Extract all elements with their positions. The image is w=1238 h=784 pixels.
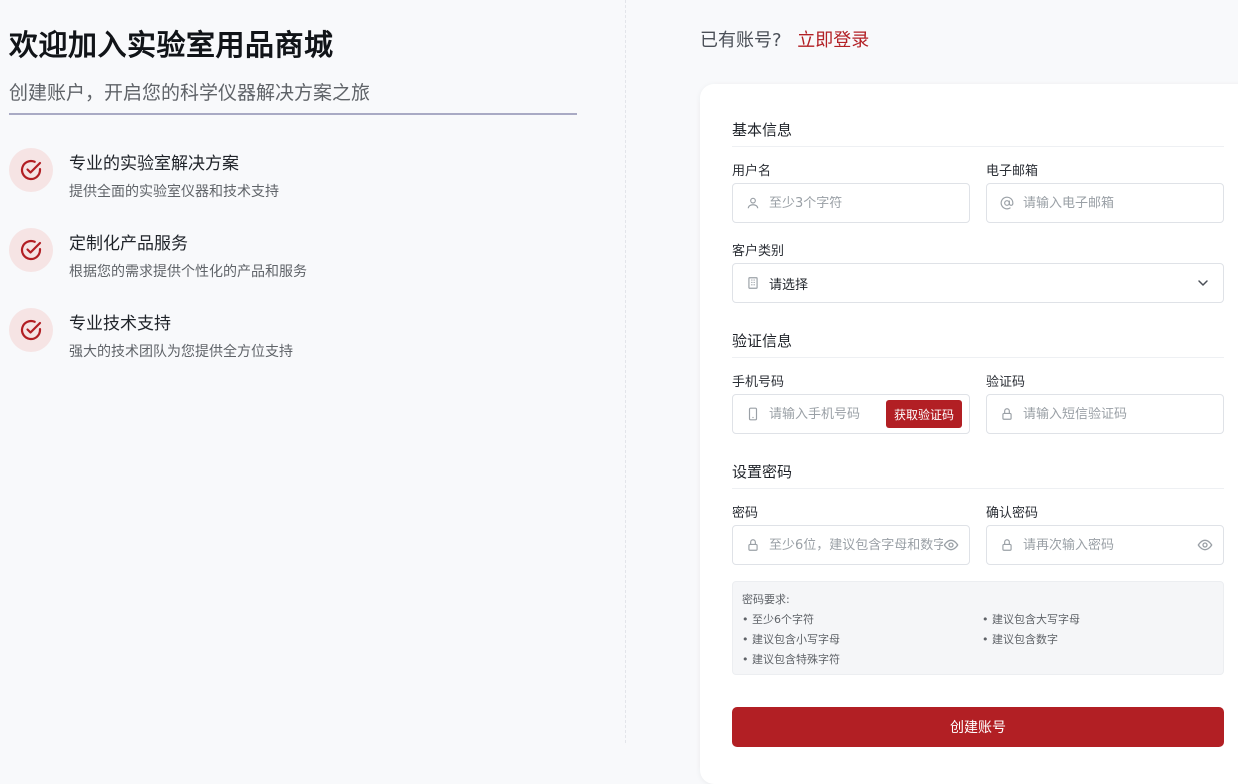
get-code-button[interactable]: 获取验证码 — [885, 400, 962, 428]
divider — [732, 357, 1224, 358]
requirement-item: 建议包含数字 — [982, 631, 1058, 647]
feature-description: 提供全面的实验室仪器和技术支持 — [69, 184, 279, 200]
feature-item: 专业的实验室解决方案 提供全面的实验室仪器和技术支持 — [9, 148, 509, 208]
lock-icon — [745, 537, 761, 553]
phone-field: 获取验证码 — [732, 394, 970, 434]
customer-type-label: 客户类别 — [732, 244, 785, 259]
confirm-password-input[interactable] — [1023, 537, 1197, 553]
login-link[interactable]: 立即登录 — [797, 30, 869, 51]
divider — [732, 488, 1224, 489]
check-circle-icon — [9, 228, 53, 272]
requirement-item: 至少6个字符 — [742, 611, 814, 627]
building-icon — [745, 275, 761, 291]
page-subtitle: 创建账户，开启您的科学仪器解决方案之旅 — [9, 82, 371, 104]
lock-icon — [999, 406, 1015, 422]
feature-item: 专业技术支持 强大的技术团队为您提供全方位支持 — [9, 308, 509, 368]
password-requirements: 密码要求: 至少6个字符 建议包含大写字母 建议包含小写字母 建议包含数字 建议… — [732, 581, 1224, 675]
eye-icon[interactable] — [1197, 537, 1213, 553]
username-label: 用户名 — [732, 164, 772, 179]
email-field — [986, 183, 1224, 223]
customer-type-value: 请选择 — [769, 277, 809, 293]
email-label: 电子邮箱 — [986, 164, 1039, 179]
divider — [732, 146, 1224, 147]
email-input[interactable] — [1023, 195, 1223, 211]
create-account-button[interactable]: 创建账号 — [732, 707, 1224, 747]
requirement-item: 建议包含特殊字符 — [742, 651, 840, 667]
registration-form: 基本信息 用户名 电子邮箱 客户类别 请选择 验证信息 手机号码 获取验证码 验… — [700, 84, 1238, 784]
at-sign-icon — [999, 195, 1015, 211]
requirements-title: 密码要求: — [742, 593, 790, 606]
phone-input[interactable] — [769, 406, 886, 422]
phone-label: 手机号码 — [732, 375, 785, 390]
lock-icon — [999, 537, 1015, 553]
customer-type-select[interactable]: 请选择 — [732, 263, 1224, 303]
section-title-verify: 验证信息 — [732, 332, 793, 350]
password-input[interactable] — [769, 537, 943, 553]
check-circle-icon — [9, 148, 53, 192]
user-icon — [745, 195, 761, 211]
eye-icon[interactable] — [943, 537, 959, 553]
feature-item: 定制化产品服务 根据您的需求提供个性化的产品和服务 — [9, 228, 509, 288]
confirm-password-field — [986, 525, 1224, 565]
section-title-password: 设置密码 — [732, 463, 793, 481]
section-title-basic: 基本信息 — [732, 121, 793, 139]
confirm-password-label: 确认密码 — [986, 506, 1039, 521]
requirement-item: 建议包含大写字母 — [982, 611, 1080, 627]
code-input[interactable] — [1023, 406, 1223, 422]
check-circle-icon — [9, 308, 53, 352]
divider — [9, 113, 577, 115]
feature-title: 专业技术支持 — [69, 314, 171, 334]
login-prompt-text: 已有账号? — [700, 30, 782, 51]
requirement-item: 建议包含小写字母 — [742, 631, 840, 647]
feature-title: 定制化产品服务 — [69, 234, 188, 254]
chevron-down-icon — [1195, 275, 1211, 291]
page-title: 欢迎加入实验室用品商城 — [9, 28, 334, 62]
password-field — [732, 525, 970, 565]
username-field — [732, 183, 970, 223]
feature-title: 专业的实验室解决方案 — [69, 154, 239, 174]
phone-icon — [745, 406, 761, 422]
password-label: 密码 — [732, 506, 759, 521]
intro-panel: 欢迎加入实验室用品商城 创建账户，开启您的科学仪器解决方案之旅 专业的实验室解决… — [0, 0, 626, 743]
feature-description: 强大的技术团队为您提供全方位支持 — [69, 344, 293, 360]
feature-description: 根据您的需求提供个性化的产品和服务 — [69, 264, 307, 280]
code-label: 验证码 — [986, 375, 1026, 390]
login-prompt: 已有账号? 立即登录 — [700, 26, 869, 52]
username-input[interactable] — [769, 195, 969, 211]
code-field — [986, 394, 1224, 434]
